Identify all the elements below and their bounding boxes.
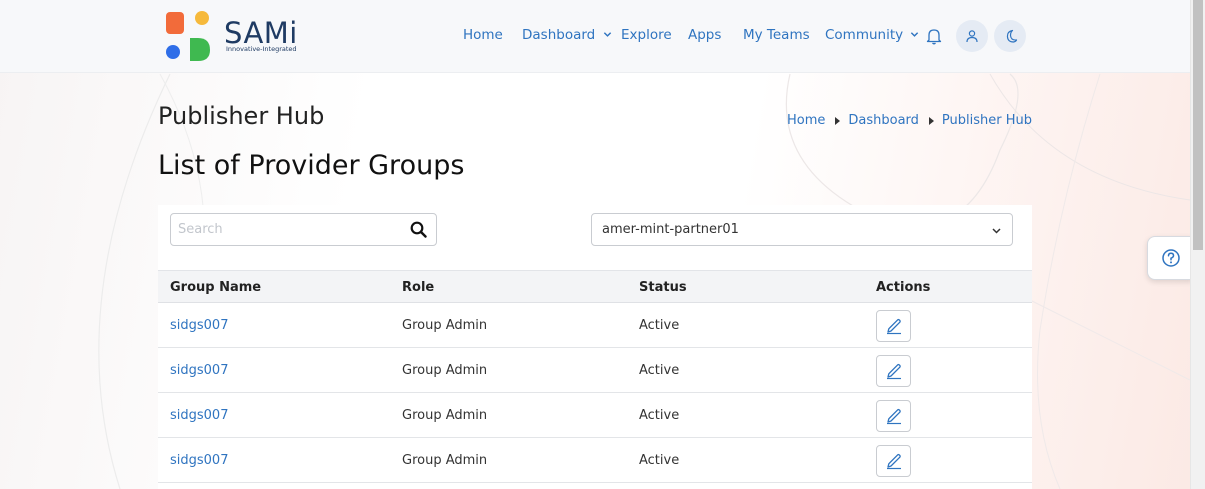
table-row: sidgs007 Group Admin Active [158,393,1032,438]
moon-icon [1006,29,1017,43]
role-cell: Group Admin [402,363,488,378]
table-row: sidgs007 Group Admin Active [158,303,1032,348]
breadcrumb: Home Dashboard Publisher Hub [787,113,1032,128]
status-cell: Active [639,408,680,423]
nav-my-teams[interactable]: My Teams [743,27,810,43]
group-name-link[interactable]: sidgs007 [170,318,228,333]
edit-button[interactable] [876,355,911,387]
table-row: sidgs007 Group Admin Active [158,438,1032,483]
sami-logo[interactable]: SAMi Innovative-Integrated [164,10,309,64]
pencil-icon [886,363,901,380]
edit-button[interactable] [876,445,911,477]
page-scrollbar[interactable] [1190,0,1205,489]
edit-button[interactable] [876,400,911,432]
page: SAMi Innovative-Integrated Home Dashboar… [0,0,1205,489]
brand-tagline: Innovative-Integrated [226,45,297,53]
provider-select-value: amer-mint-partner01 [602,222,739,237]
user-profile-button[interactable] [956,20,988,52]
breadcrumb-publisher-hub[interactable]: Publisher Hub [942,113,1032,128]
chevron-down-icon [992,228,1001,234]
page-title: Publisher Hub [158,102,325,130]
nav-dashboard-label: Dashboard [522,27,596,43]
help-button[interactable] [1147,236,1193,280]
group-name-link[interactable]: sidgs007 [170,408,228,423]
caret-right-icon [928,116,934,125]
search-input[interactable] [171,214,396,245]
provider-groups-table: Group Name Role Status Actions sidgs007 … [158,270,1032,483]
top-navbar: SAMi Innovative-Integrated Home Dashboar… [0,0,1190,73]
pencil-icon [886,453,901,470]
caret-right-icon [835,116,841,125]
status-cell: Active [639,453,680,468]
theme-toggle-button[interactable] [994,20,1026,52]
chevron-down-icon [603,32,611,37]
column-header-group-name: Group Name [170,280,262,295]
scrollbar-thumb[interactable] [1193,0,1203,250]
bell-icon[interactable] [925,27,943,45]
help-circle-icon [1161,249,1180,267]
status-cell: Active [639,318,680,333]
nav-explore[interactable]: Explore [621,27,672,43]
nav-community[interactable]: Community [825,27,919,43]
search-icon[interactable] [410,221,427,238]
column-header-role: Role [402,280,435,295]
group-name-link[interactable]: sidgs007 [170,453,228,468]
user-icon [966,30,978,43]
nav-home[interactable]: Home [463,27,503,43]
breadcrumb-home[interactable]: Home [787,113,825,128]
pencil-icon [886,408,901,425]
breadcrumb-dashboard[interactable]: Dashboard [848,113,919,128]
search-box [170,213,437,246]
nav-apps[interactable]: Apps [688,27,721,43]
nav-community-label: Community [825,27,904,43]
table-row: sidgs007 Group Admin Active [158,348,1032,393]
edit-button[interactable] [876,310,911,342]
status-cell: Active [639,363,680,378]
column-header-actions: Actions [876,280,931,295]
role-cell: Group Admin [402,453,488,468]
column-header-status: Status [639,280,687,295]
logo-mark-icon [166,11,210,61]
chevron-down-icon [911,32,919,37]
pencil-icon [886,318,901,335]
table-header: Group Name Role Status Actions [158,270,1032,303]
nav-dashboard[interactable]: Dashboard [522,27,612,43]
role-cell: Group Admin [402,318,488,333]
section-heading: List of Provider Groups [158,150,465,181]
group-name-link[interactable]: sidgs007 [170,363,228,378]
role-cell: Group Admin [402,408,488,423]
provider-select[interactable]: amer-mint-partner01 [591,213,1013,246]
